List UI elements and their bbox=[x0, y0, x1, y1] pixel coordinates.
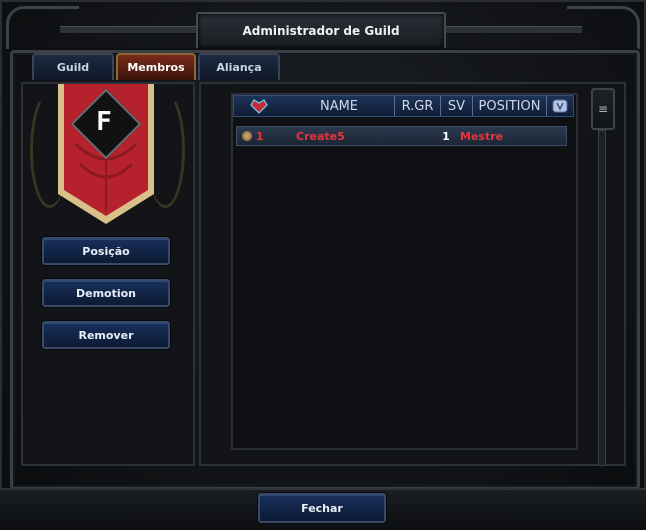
rank-icon bbox=[242, 131, 252, 141]
heart-diamond-icon bbox=[250, 99, 268, 114]
member-sv: 1 bbox=[442, 129, 450, 143]
window-title-text: Administrador de Guild bbox=[242, 24, 400, 38]
button-label: Remover bbox=[78, 328, 134, 342]
title-bar-ornament bbox=[60, 26, 196, 34]
column-header-label: NAME bbox=[319, 98, 359, 114]
tab-label: Aliança bbox=[216, 61, 262, 74]
member-name: Create5 bbox=[296, 129, 345, 143]
member-list[interactable] bbox=[231, 93, 578, 450]
member-position: Mestre bbox=[460, 129, 504, 143]
column-header-sv[interactable]: SV bbox=[440, 96, 472, 116]
column-header-position[interactable]: POSITION bbox=[472, 96, 546, 116]
window-title: Administrador de Guild bbox=[196, 12, 446, 50]
shield-crest-icon bbox=[552, 99, 568, 113]
sort-icon[interactable] bbox=[234, 96, 284, 116]
tab-guild[interactable]: Guild bbox=[32, 53, 114, 80]
member-list-header: NAME R.GR SV POSITION bbox=[233, 95, 574, 117]
guild-emblem-letter: F bbox=[96, 107, 112, 137]
column-header-label: R.GR bbox=[401, 98, 434, 114]
button-label: Demotion bbox=[75, 286, 137, 300]
title-bar-ornament bbox=[442, 26, 582, 34]
member-list-scrollbar[interactable] bbox=[598, 130, 606, 466]
column-header-rgr[interactable]: R.GR bbox=[394, 96, 440, 116]
button-label: Posição bbox=[82, 244, 130, 258]
demotion-button[interactable]: Demotion bbox=[42, 279, 170, 307]
column-header-label: SV bbox=[447, 98, 466, 114]
button-label: Fechar bbox=[301, 501, 343, 515]
tab-membros[interactable]: Membros bbox=[116, 53, 196, 80]
scroll-menu-button[interactable]: ≡ bbox=[591, 88, 615, 130]
tab-label: Membros bbox=[127, 61, 185, 74]
tab-alianca[interactable]: Aliança bbox=[198, 53, 280, 80]
close-button[interactable]: Fechar bbox=[258, 493, 386, 523]
row-index: 1 bbox=[256, 129, 264, 143]
column-options-icon[interactable] bbox=[546, 96, 573, 116]
menu-lines-icon: ≡ bbox=[597, 102, 609, 116]
column-header-label: POSITION bbox=[478, 98, 541, 114]
tab-label: Guild bbox=[56, 61, 90, 74]
column-header-name[interactable]: NAME bbox=[284, 96, 394, 116]
table-row[interactable]: 1 Create5 1 Mestre bbox=[236, 126, 567, 146]
remove-button[interactable]: Remover bbox=[42, 321, 170, 349]
position-button[interactable]: Posição bbox=[42, 237, 170, 265]
